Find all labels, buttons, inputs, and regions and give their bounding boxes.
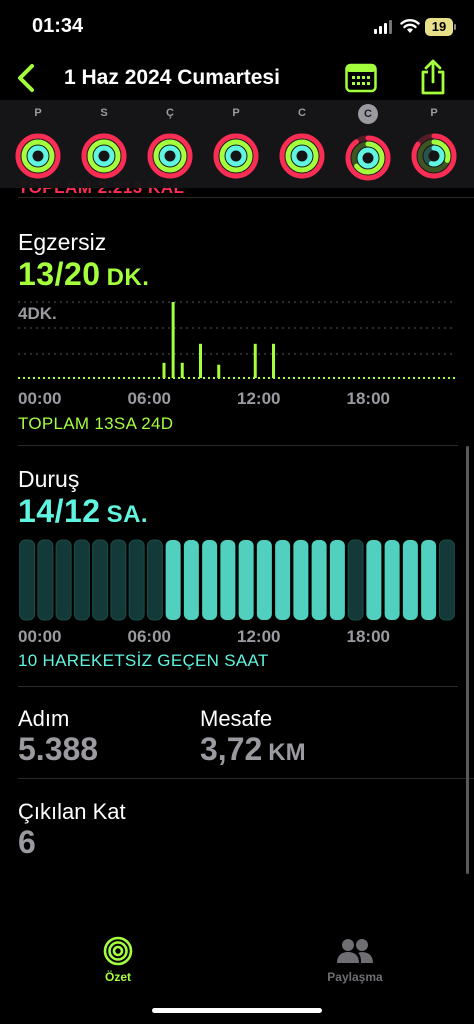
- day-label: P: [430, 107, 438, 119]
- activity-rings-icon: [103, 936, 133, 966]
- tab-paylasma-label: Paylaşma: [327, 970, 383, 984]
- exercise-unit: DK.: [106, 264, 150, 291]
- activity-rings-icon: [147, 133, 193, 179]
- cellular-signal-icon: [374, 20, 394, 34]
- stand-hour-bar: [73, 539, 90, 621]
- divider: [18, 197, 474, 198]
- day-3[interactable]: P: [211, 104, 261, 184]
- stand-hour-bar: [402, 540, 418, 620]
- stand-hour-bar: [275, 540, 291, 620]
- stand-hour-bar: [366, 540, 382, 620]
- steps-value: 5.388: [18, 731, 99, 767]
- stand-hour-bar: [202, 540, 218, 620]
- tab-paylasma[interactable]: Paylaşma: [310, 936, 400, 984]
- exercise-value: 13/20 DK.: [18, 256, 149, 293]
- stand-hour-bar: [311, 540, 327, 620]
- stand-x-tick: 00:00: [18, 627, 62, 646]
- tab-ozet-label: Özet: [104, 970, 131, 984]
- stand-hour-bar: [256, 540, 272, 620]
- stand-hour-bar: [55, 539, 72, 621]
- distance-value: 3,72 KM: [200, 731, 306, 768]
- day-label: C: [358, 104, 378, 124]
- day-5[interactable]: C: [343, 104, 393, 184]
- floors-label: Çıkılan Kat: [18, 799, 126, 824]
- stand-value-number: 14/12: [18, 493, 101, 529]
- page-title: 1 Haz 2024 Cumartesi: [64, 66, 280, 89]
- battery-indicator: 19: [425, 18, 456, 36]
- share-icon[interactable]: [418, 58, 448, 96]
- stand-hour-bar: [384, 540, 400, 620]
- stand-hour-bar: [128, 539, 145, 621]
- stand-hour-bar: [146, 539, 163, 621]
- stand-hour-bar: [438, 539, 455, 621]
- stand-hour-bar: [293, 540, 309, 620]
- stand-hour-bar: [238, 540, 254, 620]
- exercise-title: Egzersiz: [18, 229, 107, 255]
- activity-rings-icon: [213, 133, 259, 179]
- exercise-x-tick: 00:00: [18, 389, 62, 408]
- distance-unit: KM: [268, 739, 306, 766]
- stand-x-tick: 18:00: [346, 627, 390, 646]
- day-label: Ç: [166, 107, 174, 119]
- stand-hour-bar: [329, 540, 345, 620]
- day-2[interactable]: Ç: [145, 104, 195, 184]
- day-label: P: [232, 107, 240, 119]
- activity-rings-icon: [81, 133, 127, 179]
- scrollbar[interactable]: [466, 446, 469, 874]
- activity-rings-icon: [345, 135, 391, 181]
- exercise-x-tick: 06:00: [127, 389, 171, 408]
- exercise-y-max-label: 4DK.: [18, 304, 57, 323]
- day-label: P: [34, 107, 42, 119]
- calendar-icon[interactable]: [345, 63, 377, 93]
- activity-rings-icon: [279, 133, 325, 179]
- exercise-x-tick: 18:00: [346, 389, 390, 408]
- divider: [18, 778, 474, 779]
- stand-hour-bar: [220, 540, 236, 620]
- day-4[interactable]: C: [277, 104, 327, 184]
- stand-unit: SA.: [106, 501, 149, 528]
- day-6[interactable]: P: [409, 104, 459, 184]
- activity-rings-icon: [411, 133, 457, 179]
- stand-chart: [19, 539, 455, 621]
- wifi-icon: [400, 19, 420, 33]
- nav-header: 1 Haz 2024 Cumartesi: [0, 56, 474, 100]
- stand-hour-bar: [92, 539, 109, 621]
- activity-rings-icon: [15, 133, 61, 179]
- stand-x-tick: 12:00: [237, 627, 281, 646]
- distance-label: Mesafe: [200, 706, 273, 731]
- exercise-x-tick: 12:00: [237, 389, 281, 408]
- divider: [18, 686, 458, 687]
- stand-x-tick: 06:00: [127, 627, 171, 646]
- distance-number: 3,72: [200, 731, 263, 767]
- exercise-value-number: 13/20: [18, 256, 101, 292]
- stand-title: Duruş: [18, 466, 80, 492]
- exercise-chart: [18, 301, 456, 379]
- steps-label: Adım: [18, 706, 70, 731]
- tab-ozet[interactable]: Özet: [73, 936, 163, 984]
- exercise-total: TOPLAM 13SA 24D: [18, 414, 174, 433]
- day-label: C: [298, 107, 306, 119]
- status-bar: 01:34 19: [0, 0, 474, 56]
- divider: [18, 445, 458, 446]
- stand-value: 14/12 SA.: [18, 493, 148, 530]
- stand-total: 10 HAREKETSİZ GEÇEN SAAT: [18, 651, 269, 670]
- stand-hour-bar: [110, 539, 127, 621]
- home-indicator: [152, 1008, 322, 1013]
- stand-hour-bar: [37, 539, 54, 621]
- stand-hour-bar: [19, 539, 36, 621]
- stand-hour-bar: [347, 539, 364, 621]
- stand-hour-bar: [421, 540, 437, 620]
- chevron-left-icon[interactable]: [12, 62, 42, 94]
- stand-hour-bar: [183, 540, 199, 620]
- day-0[interactable]: P: [13, 104, 63, 184]
- people-icon: [337, 939, 373, 963]
- status-time: 01:34: [32, 15, 84, 37]
- floors-value: 6: [18, 824, 36, 860]
- day-1[interactable]: S: [79, 104, 129, 184]
- stand-hour-bar: [165, 540, 181, 620]
- day-label: S: [100, 107, 108, 119]
